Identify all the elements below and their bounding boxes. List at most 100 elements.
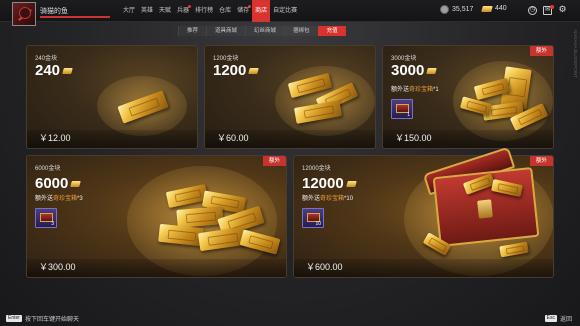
bonus-text: 额外送奇珍宝箱*1 xyxy=(391,84,439,93)
bonus-count: *3 xyxy=(77,196,83,202)
product-title: 1200金块 xyxy=(213,56,239,62)
product-amount: 12000 xyxy=(302,175,357,192)
gold-bar-icon xyxy=(62,67,73,74)
enter-key: Enter xyxy=(6,315,22,322)
product-price: ￥300.00 xyxy=(39,262,76,272)
product-card-1200[interactable]: 1200金块 1200 ￥60.00 xyxy=(204,45,376,149)
amount-value: 12000 xyxy=(302,175,344,192)
tab-recommended[interactable]: 推荐 xyxy=(178,26,206,36)
back-button[interactable]: Esc 返回 xyxy=(544,314,572,323)
top-bar: 骑猫的鱼 大厅 英雄 天赋 兵器 排行榜 仓库 储存 商店 自定比赛 35,51… xyxy=(0,0,580,26)
extra-badge: 额外 xyxy=(262,156,286,166)
amount-value: 240 xyxy=(35,62,61,79)
coin-amount: 35,517 xyxy=(452,6,474,13)
price-area: ￥300.00 xyxy=(27,259,286,277)
treasure-chest-thumbnail[interactable]: 10 xyxy=(302,208,324,228)
amount-value: 6000 xyxy=(35,175,69,192)
tab-item-mall[interactable]: 道具商城 xyxy=(206,26,245,36)
nav-item-custom-match[interactable]: 自定比赛 xyxy=(270,0,300,22)
notification-dot xyxy=(248,5,252,8)
coin-balance[interactable]: 35,517 xyxy=(440,5,473,14)
thumbnail-count: 1 xyxy=(407,112,410,118)
extra-badge: 额外 xyxy=(529,156,553,166)
bonus-item-name: 奇珍宝箱 xyxy=(320,196,345,202)
amount-value: 1200 xyxy=(213,62,247,79)
bonus-prefix: 额外送 xyxy=(35,196,54,202)
gold-bar-icon xyxy=(248,67,260,74)
product-price: ￥600.00 xyxy=(306,262,343,272)
gold-bar-icon xyxy=(426,67,438,74)
esc-key: Esc xyxy=(544,315,557,322)
bonus-prefix: 额外送 xyxy=(302,196,321,202)
product-amount: 6000 xyxy=(35,175,82,192)
nav-item-lobby[interactable]: 大厅 xyxy=(120,0,138,22)
player-name: 骑猫的鱼 xyxy=(40,8,68,15)
chest-lock-image xyxy=(477,199,493,219)
nav-label: 自定比赛 xyxy=(273,8,298,14)
gold-bar-icon xyxy=(481,5,493,12)
treasure-chest-thumbnail[interactable]: 3 xyxy=(35,208,57,228)
bonus-item-name: 奇珍宝箱 xyxy=(409,87,434,93)
chat-hint-text: 按下回车键开始聊天 xyxy=(24,317,79,323)
thumbnail-count: 3 xyxy=(51,221,54,227)
bonus-count: *10 xyxy=(344,196,354,202)
nav-label: 兵器 xyxy=(177,8,190,14)
nav-item-weapons[interactable]: 兵器 xyxy=(174,0,192,22)
thumbnail-count: 10 xyxy=(315,221,321,227)
nav-label: 英雄 xyxy=(141,8,154,14)
tab-bundles[interactable]: 捆绑包 xyxy=(284,26,318,36)
chat-hint[interactable]: Enter 按下回车键开始聊天 xyxy=(6,314,79,323)
nav-item-storage[interactable]: 储存 xyxy=(234,0,252,22)
product-title: 12000金块 xyxy=(302,166,331,172)
clock-icon[interactable]: ◷ xyxy=(528,6,537,15)
extra-badge: 额外 xyxy=(529,46,553,56)
nav-item-shop[interactable]: 商店 xyxy=(252,0,271,22)
nav-item-talents[interactable]: 天赋 xyxy=(156,0,174,22)
watermark-text: NARAKA BLADEPOINT xyxy=(573,30,578,79)
back-label: 返回 xyxy=(559,317,572,323)
nav-label: 大厅 xyxy=(123,8,136,14)
tab-top-up[interactable]: 充值 xyxy=(317,26,346,36)
product-amount: 240 xyxy=(35,62,73,79)
nav-label: 仓库 xyxy=(219,8,232,14)
product-price: ￥150.00 xyxy=(395,133,432,143)
tab-silk-mall[interactable]: 幻丝商城 xyxy=(245,26,284,36)
gold-amount: 440 xyxy=(495,5,507,12)
price-area: ￥12.00 xyxy=(27,130,197,148)
gold-bar-icon xyxy=(70,180,82,187)
bonus-text: 额外送奇珍宝箱*10 xyxy=(302,193,353,202)
product-price: ￥12.00 xyxy=(39,133,71,143)
nav-item-leaderboard[interactable]: 排行榜 xyxy=(192,0,216,22)
bonus-text: 额外送奇珍宝箱*3 xyxy=(35,193,83,202)
player-level-bar xyxy=(40,16,110,18)
main-nav: 大厅 英雄 天赋 兵器 排行榜 仓库 储存 商店 自定比赛 xyxy=(120,0,300,22)
product-title: 6000金块 xyxy=(35,166,61,172)
product-card-240[interactable]: 240金块 240 ￥12.00 xyxy=(26,45,198,149)
product-title: 240金块 xyxy=(35,56,58,62)
price-area: ￥60.00 xyxy=(205,130,375,148)
bonus-item-name: 奇珍宝箱 xyxy=(53,196,78,202)
nav-item-heroes[interactable]: 英雄 xyxy=(138,0,156,22)
gold-bar-icon xyxy=(345,180,357,187)
product-title: 3000金块 xyxy=(391,56,417,62)
nav-item-warehouse[interactable]: 仓库 xyxy=(216,0,234,22)
nav-label: 天赋 xyxy=(159,8,172,14)
nav-label: 排行榜 xyxy=(195,8,214,14)
bonus-prefix: 额外送 xyxy=(391,87,410,93)
gear-icon[interactable]: ⚙ xyxy=(558,5,567,15)
shop-subtabs: 推荐 道具商城 幻丝商城 捆绑包 充值 xyxy=(178,26,346,36)
product-card-6000[interactable]: 6000金块 额外 6000 额外送奇珍宝箱*3 3 ￥300.00 xyxy=(26,155,287,278)
product-card-3000[interactable]: 3000金块 额外 3000 额外送奇珍宝箱*1 1 ￥150.00 xyxy=(382,45,554,149)
bonus-count: *1 xyxy=(433,87,439,93)
nav-label: 储存 xyxy=(237,8,250,14)
price-area: ￥150.00 xyxy=(383,130,553,148)
product-amount: 1200 xyxy=(213,62,260,79)
product-amount: 3000 xyxy=(391,62,438,79)
nav-label: 商店 xyxy=(255,8,268,14)
gold-balance[interactable]: 440 xyxy=(481,5,507,12)
treasure-chest-thumbnail[interactable]: 1 xyxy=(391,99,413,119)
amount-value: 3000 xyxy=(391,62,425,79)
product-price: ￥60.00 xyxy=(217,133,249,143)
mail-badge xyxy=(550,5,554,9)
player-avatar[interactable] xyxy=(12,2,36,26)
